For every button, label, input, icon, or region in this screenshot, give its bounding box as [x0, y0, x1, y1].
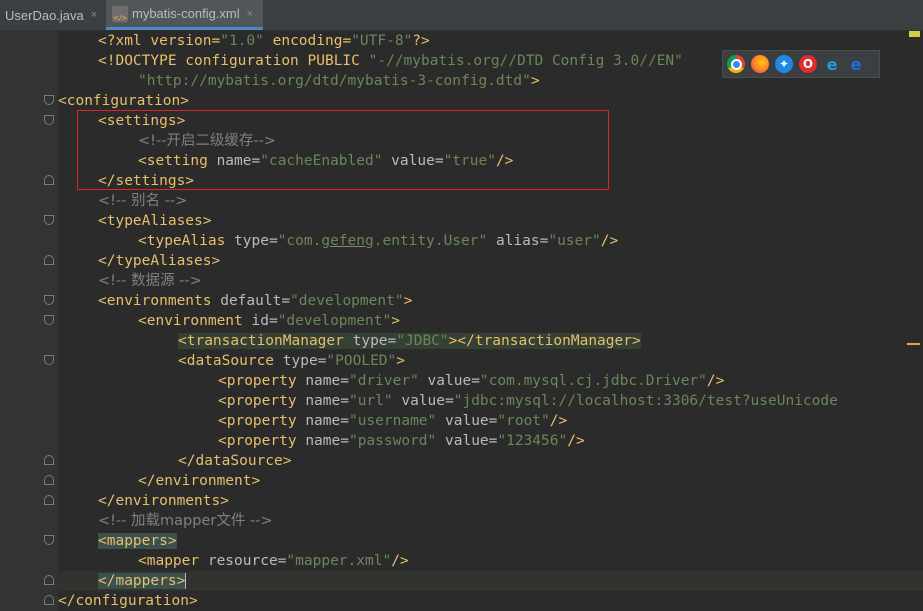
editor-tab-bar: UserDao.java × </> mybatis-config.xml ×: [0, 0, 923, 31]
tab-label: UserDao.java: [5, 7, 84, 23]
firefox-icon[interactable]: [751, 55, 769, 73]
xml-file-icon: </>: [112, 5, 128, 22]
ie-icon[interactable]: e: [823, 55, 841, 74]
code-line: <environments default="development">: [98, 293, 413, 309]
code-line: <typeAliases>: [98, 213, 212, 229]
browser-preview-bar: ✦ O e e: [722, 50, 880, 78]
code-line: </typeAliases>: [98, 253, 221, 269]
code-line: <mapper resource="mapper.xml"/>: [138, 553, 409, 569]
close-icon[interactable]: ×: [247, 8, 253, 20]
code-line: <dataSource type="POOLED">: [178, 353, 405, 369]
tab-userdao-java[interactable]: UserDao.java ×: [0, 0, 103, 30]
code-line: <property name="url" value="jdbc:mysql:/…: [218, 393, 838, 409]
code-line-current: </mappers>: [58, 571, 923, 591]
code-line: </configuration>: [58, 593, 198, 609]
close-icon[interactable]: ×: [91, 9, 97, 21]
code-line: <configuration>: [58, 93, 189, 109]
tab-mybatis-config-xml[interactable]: </> mybatis-config.xml ×: [106, 0, 263, 30]
scrollbar-marker[interactable]: [907, 343, 920, 345]
code-line: <property name="password" value="123456"…: [218, 433, 585, 449]
text-cursor: [185, 573, 187, 589]
scrollbar-warning-marker[interactable]: [909, 31, 920, 37]
code-line: <!-- 别名 -->: [98, 193, 188, 209]
code-line: "http://mybatis.org/dtd/mybatis-3-config…: [138, 73, 540, 89]
code-line: <!-- 加载mapper文件 -->: [98, 513, 273, 529]
code-line: </dataSource>: [178, 453, 292, 469]
edge-icon[interactable]: e: [847, 55, 865, 74]
code-line: <property name="username" value="root"/>: [218, 413, 568, 429]
code-line: <environment id="development">: [138, 313, 400, 329]
safari-icon[interactable]: ✦: [775, 55, 793, 73]
code-line: </environments>: [98, 493, 229, 509]
code-line: </environment>: [138, 473, 261, 489]
highlight-annotation-box: [77, 110, 609, 190]
code-line: <property name="driver" value="com.mysql…: [218, 373, 725, 389]
opera-icon[interactable]: O: [799, 55, 817, 73]
code-line: <?xml version="1.0" encoding="UTF-8"?>: [98, 33, 430, 49]
tab-label: mybatis-config.xml: [132, 6, 240, 21]
chrome-icon[interactable]: [727, 55, 745, 73]
code-line: <typeAlias type="com.gefeng.entity.User"…: [138, 233, 619, 249]
code-line: <!-- 数据源 -->: [98, 273, 202, 289]
code-line: <transactionManager type="JDBC"></transa…: [178, 333, 641, 349]
code-line: <!DOCTYPE configuration PUBLIC "-//mybat…: [98, 53, 683, 69]
code-line: <mappers>: [98, 533, 177, 549]
